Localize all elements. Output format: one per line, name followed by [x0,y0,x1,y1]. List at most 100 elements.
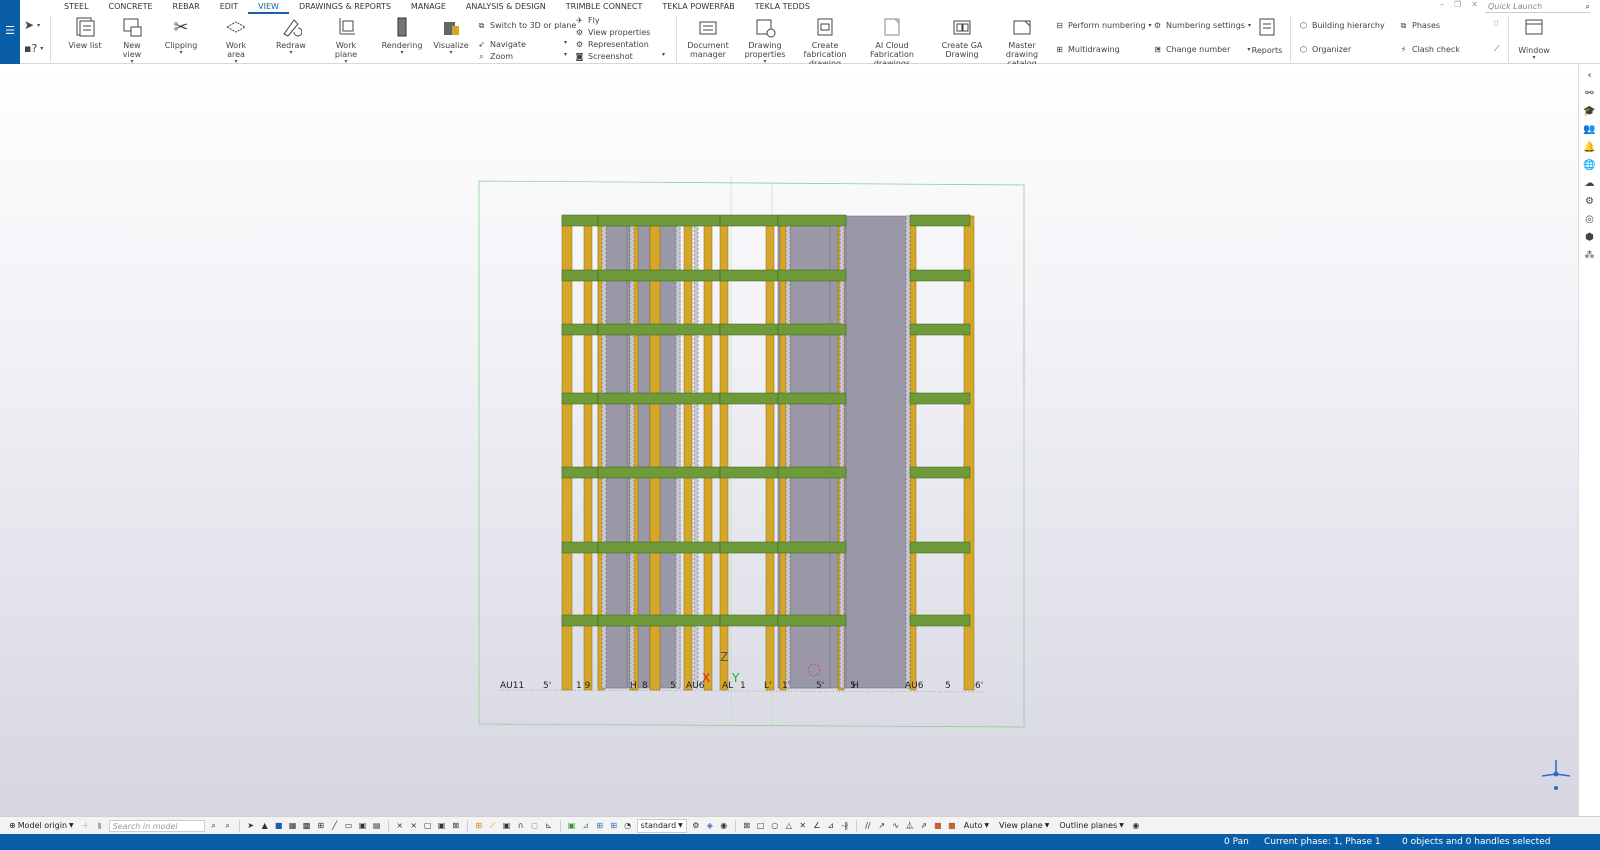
representation-button[interactable]: ⚙ Representation [574,39,649,50]
grid-label[interactable]: 5 [670,681,676,691]
snap-end-icon[interactable]: ⨯ [409,821,419,831]
beam[interactable] [909,392,971,405]
tab-rebar[interactable]: REBAR [163,0,210,14]
select-weld-icon[interactable]: ▤ [372,821,382,831]
filter-settings-icon[interactable]: ⚙ [691,821,701,831]
gear-icon[interactable]: ⚙ [1583,194,1597,208]
link-icon[interactable]: ⚯ [1583,86,1597,100]
snap-minus-icon[interactable]: -∦ [840,821,850,831]
tab-edit[interactable]: EDIT [210,0,248,14]
grid-label[interactable]: 5' [816,681,824,691]
beam[interactable] [561,214,599,227]
grid-label[interactable]: H [630,681,637,691]
wall-edge[interactable] [905,215,911,689]
snap-ext-icon[interactable]: ⊞ [595,821,605,831]
snap-line-icon[interactable]: ⟋ [488,821,498,831]
beam[interactable] [719,466,779,479]
apps-icon[interactable]: ⁂ [1583,248,1597,262]
work-area-outline[interactable] [478,180,1025,728]
beam[interactable] [597,466,721,479]
snap-right-angle-icon[interactable]: ⊿ [826,821,836,831]
select-component-icon[interactable]: ▩ [302,821,312,831]
beam[interactable] [719,269,779,282]
grid-label[interactable]: 1 9 [576,681,591,691]
grid-label[interactable]: 1 [740,681,746,691]
beam[interactable] [597,541,721,554]
pick-icon[interactable]: ◈ [705,821,715,831]
beam[interactable] [777,214,847,227]
snap-arrow-icon[interactable]: ↗ [877,821,887,831]
file-menu-button[interactable]: ☰ [0,0,20,64]
help-tool-icon[interactable]: ▪? ▾ [24,42,43,55]
navigate-dropdown-icon[interactable]: ▾ [564,39,567,46]
snap-trim-icon[interactable]: ⏅ [905,821,915,831]
select-tool-icon[interactable]: ➤ ▾ [24,18,40,32]
work-plane-button[interactable]: Work plane ▾ [326,16,366,65]
create-ga-drawing-button[interactable]: Create GA Drawing [940,16,984,59]
select-grid-icon[interactable]: ⊞ [316,821,326,831]
beam[interactable] [561,541,599,554]
drawing-properties-button[interactable]: Drawing properties ▾ [740,16,790,65]
beam[interactable] [777,466,847,479]
snap-mid-icon[interactable]: ▣ [437,821,447,831]
model-viewport[interactable]: AU11 5' 1 9 H 8 5 AU6 AL 1 L' 1' 5' 5 H AU6 5 6' Z X Y [0,64,1578,816]
numbering-settings-button[interactable]: ⚙ Numbering settings ▾ [1152,20,1251,31]
clipping-button[interactable]: ✂ Clipping ▾ [164,16,198,56]
beam[interactable] [597,392,721,405]
beam[interactable] [561,466,599,479]
phases-button[interactable]: ⧉ Phases [1398,20,1440,31]
beam[interactable] [777,269,847,282]
beam[interactable] [561,392,599,405]
beam[interactable] [909,269,971,282]
beam[interactable] [597,614,721,627]
beam[interactable] [777,323,847,336]
snap-triangle-icon[interactable]: △ [784,821,794,831]
perform-numbering-button[interactable]: ⊟ Perform numbering ▾ [1054,20,1151,31]
eye-icon[interactable]: ◉ [1131,821,1141,831]
minimize-icon[interactable]: – [1440,0,1444,9]
search-icon[interactable]: ⌕ [209,821,219,831]
fly-button[interactable]: ✈ Fly [574,15,599,26]
model-3d-view[interactable]: AU11 5' 1 9 H 8 5 AU6 AL 1 L' 1' 5' 5H AU6 5 6'ZX Y [0,64,1578,816]
layers-icon[interactable]: ◎ [1583,212,1597,226]
snap-edge-icon[interactable]: ▣ [502,821,512,831]
snap-extend-icon[interactable]: ⇗ [919,821,929,831]
snap-tangent-icon[interactable]: ◌ [530,821,540,831]
color-box-2-icon[interactable]: ■ [947,821,957,831]
grid-label[interactable]: 1' [782,681,790,691]
beam[interactable] [561,614,599,627]
beam[interactable] [909,323,971,336]
beam[interactable] [909,541,971,554]
learning-icon[interactable]: 🎓 [1583,104,1597,118]
snap-point-icon[interactable]: ⨯ [395,821,405,831]
snap-square-icon[interactable]: □ [756,821,766,831]
axis-x-label[interactable]: X [702,671,710,685]
select-part-icon[interactable]: ▲ [260,821,270,831]
cloud-icon[interactable]: ☁ [1583,176,1597,190]
snap-intersection-icon[interactable]: ⊠ [451,821,461,831]
grid-label[interactable]: 8 [642,681,648,691]
beam[interactable] [597,269,721,282]
snap-circle-icon[interactable]: ○ [770,821,780,831]
zoom-dropdown-icon[interactable]: ▾ [564,51,567,58]
beam[interactable] [719,392,779,405]
snap-grid-icon[interactable]: ⊞ [474,821,484,831]
gizmo-center-icon[interactable] [1553,771,1559,777]
select-plane-icon[interactable]: ▭ [344,821,354,831]
screenshot-button[interactable]: ◙ Screenshot [574,51,633,62]
add-icon[interactable]: ＋ [81,821,91,831]
edit-icon[interactable]: ▮ [95,821,105,831]
snap-center-icon[interactable]: ▢ [423,821,433,831]
beam[interactable] [597,323,721,336]
select-object-icon[interactable]: ▣ [358,821,368,831]
view-properties-button[interactable]: ⚙ View properties [574,27,650,38]
navigate-button[interactable]: ➶ Navigate [476,39,526,50]
close-icon[interactable]: ✕ [1471,0,1478,9]
search-advanced-icon[interactable]: ⌕ [223,821,233,831]
select-pointer-icon[interactable]: ➤ [246,821,256,831]
axis-y-label[interactable]: Y [731,671,740,685]
snap-arc-icon[interactable]: ∩ [516,821,526,831]
clipboard-icon[interactable]: ▯ [1494,18,1498,27]
snap-mode-dropdown[interactable]: Auto ▼ [961,819,992,833]
restore-icon[interactable]: ❐ [1454,0,1461,9]
